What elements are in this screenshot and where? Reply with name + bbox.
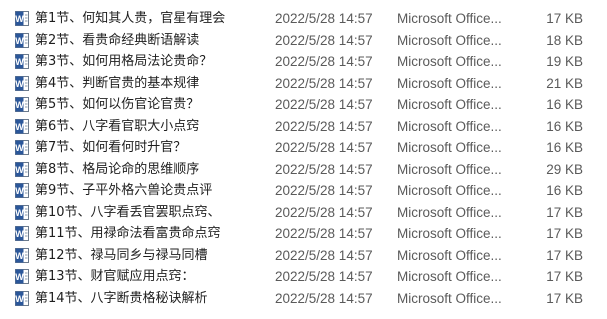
file-modified-date: 2022/5/28 14:57: [275, 11, 373, 26]
file-type: Microsoft Office...: [397, 32, 502, 48]
svg-text:W: W: [15, 143, 24, 153]
word-document-icon: W: [15, 97, 29, 112]
file-type: Microsoft Office...: [397, 97, 502, 112]
file-size: 17 KB: [546, 269, 583, 284]
file-size: 16 KB: [546, 118, 583, 134]
file-type: Microsoft Office...: [397, 11, 502, 26]
file-modified-date: 2022/5/28 14:57: [275, 140, 373, 155]
svg-text:W: W: [15, 294, 24, 304]
file-name: 第12节、禄马同乡与禄马同槽: [35, 247, 208, 263]
file-name: 第13节、财官赋应用点窍：: [35, 269, 195, 284]
file-row[interactable]: W 第1节、何知其人贵，官星有理会 2022/5/28 14:57 Micros…: [0, 8, 607, 30]
file-row[interactable]: W 第10节、八字看丢官罢职点窍、 2022/5/28 14:57 Micros…: [0, 202, 607, 224]
file-size: 29 KB: [546, 161, 583, 177]
word-document-icon: W: [15, 204, 29, 220]
file-row[interactable]: W 第6节、八字看官职大小点窍 2022/5/28 14:57 Microsof…: [0, 116, 607, 138]
word-document-icon: W: [15, 226, 29, 241]
file-row[interactable]: W 第7节、如何看何时升官？ 2022/5/28 14:57 Microsoft…: [0, 137, 607, 159]
file-modified-date: 2022/5/28 14:57: [275, 161, 373, 177]
file-name: 第10节、八字看丢官罢职点窍、: [35, 204, 221, 220]
file-name: 第8节、格局论命的思维顺序: [35, 161, 200, 177]
file-modified-date: 2022/5/28 14:57: [275, 118, 373, 134]
file-type: Microsoft Office...: [397, 140, 502, 155]
file-modified-date: 2022/5/28 14:57: [275, 269, 373, 284]
file-modified-date: 2022/5/28 14:57: [275, 97, 373, 112]
word-document-icon: W: [15, 269, 29, 284]
file-row[interactable]: W 第3节、如何用格局法论贵命？ 2022/5/28 14:57 Microso…: [0, 51, 607, 73]
file-type: Microsoft Office...: [397, 290, 502, 306]
file-row[interactable]: W 第12节、禄马同乡与禄马同槽 2022/5/28 14:57 Microso…: [0, 245, 607, 267]
file-size: 16 KB: [546, 140, 583, 155]
file-name: 第1节、何知其人贵，官星有理会: [35, 11, 226, 26]
file-size: 21 KB: [546, 75, 583, 91]
word-document-icon: W: [15, 11, 29, 26]
file-size: 17 KB: [546, 204, 583, 220]
file-name: 第14节、八字断贵格秘诀解析: [35, 290, 208, 306]
file-type: Microsoft Office...: [397, 183, 502, 198]
svg-text:W: W: [15, 122, 24, 132]
file-modified-date: 2022/5/28 14:57: [275, 54, 373, 69]
svg-text:W: W: [15, 14, 24, 24]
file-modified-date: 2022/5/28 14:57: [275, 75, 373, 91]
file-name: 第2节、看贵命经典断语解读: [35, 32, 200, 48]
svg-text:W: W: [15, 208, 24, 218]
file-name: 第4节、判断官贵的基本规律: [35, 75, 200, 91]
file-modified-date: 2022/5/28 14:57: [275, 204, 373, 220]
svg-text:W: W: [15, 57, 24, 67]
word-document-icon: W: [15, 161, 29, 177]
file-size: 18 KB: [546, 32, 583, 48]
file-list: W 第1节、何知其人贵，官星有理会 2022/5/28 14:57 Micros…: [0, 8, 607, 309]
file-size: 16 KB: [546, 183, 583, 198]
file-size: 16 KB: [546, 97, 583, 112]
file-row[interactable]: W 第5节、如何以伤官论官贵？ 2022/5/28 14:57 Microsof…: [0, 94, 607, 116]
file-type: Microsoft Office...: [397, 118, 502, 134]
file-type: Microsoft Office...: [397, 226, 502, 241]
file-size: 17 KB: [546, 247, 583, 263]
file-size: 17 KB: [546, 226, 583, 241]
svg-text:W: W: [15, 79, 24, 89]
svg-text:W: W: [15, 272, 24, 282]
file-type: Microsoft Office...: [397, 247, 502, 263]
svg-text:W: W: [15, 186, 24, 196]
file-size: 17 KB: [546, 11, 583, 26]
file-row[interactable]: W 第13节、财官赋应用点窍： 2022/5/28 14:57 Microsof…: [0, 266, 607, 288]
file-modified-date: 2022/5/28 14:57: [275, 290, 373, 306]
file-modified-date: 2022/5/28 14:57: [275, 226, 373, 241]
file-name: 第7节、如何看何时升官？: [35, 140, 187, 155]
file-type: Microsoft Office...: [397, 269, 502, 284]
file-name: 第5节、如何以伤官论官贵？: [35, 97, 200, 112]
file-row[interactable]: W 第9节、子平外格六兽论贵点评 2022/5/28 14:57 Microso…: [0, 180, 607, 202]
word-document-icon: W: [15, 247, 29, 263]
svg-text:W: W: [15, 251, 24, 261]
file-row[interactable]: W 第2节、看贵命经典断语解读 2022/5/28 14:57 Microsof…: [0, 30, 607, 52]
word-document-icon: W: [15, 118, 29, 134]
svg-text:W: W: [15, 36, 24, 46]
file-name: 第6节、八字看官职大小点窍: [35, 118, 200, 134]
word-document-icon: W: [15, 290, 29, 306]
word-document-icon: W: [15, 54, 29, 69]
file-modified-date: 2022/5/28 14:57: [275, 183, 373, 198]
file-size: 19 KB: [546, 54, 583, 69]
file-type: Microsoft Office...: [397, 54, 502, 69]
word-document-icon: W: [15, 32, 29, 48]
word-document-icon: W: [15, 75, 29, 91]
file-type: Microsoft Office...: [397, 161, 502, 177]
file-modified-date: 2022/5/28 14:57: [275, 247, 373, 263]
file-name: 第3节、如何用格局法论贵命？: [35, 54, 213, 69]
file-modified-date: 2022/5/28 14:57: [275, 32, 373, 48]
word-document-icon: W: [15, 140, 29, 155]
file-type: Microsoft Office...: [397, 204, 502, 220]
word-document-icon: W: [15, 183, 29, 198]
file-type: Microsoft Office...: [397, 75, 502, 91]
file-name: 第11节、用禄命法看富贵命点窍: [35, 226, 221, 241]
file-size: 17 KB: [546, 290, 583, 306]
file-name: 第9节、子平外格六兽论贵点评: [35, 183, 213, 198]
file-row[interactable]: W 第8节、格局论命的思维顺序 2022/5/28 14:57 Microsof…: [0, 159, 607, 181]
svg-text:W: W: [15, 165, 24, 175]
file-row[interactable]: W 第14节、八字断贵格秘诀解析 2022/5/28 14:57 Microso…: [0, 288, 607, 310]
svg-text:W: W: [15, 229, 24, 239]
file-row[interactable]: W 第4节、判断官贵的基本规律 2022/5/28 14:57 Microsof…: [0, 73, 607, 95]
file-row[interactable]: W 第11节、用禄命法看富贵命点窍 2022/5/28 14:57 Micros…: [0, 223, 607, 245]
svg-text:W: W: [15, 100, 24, 110]
